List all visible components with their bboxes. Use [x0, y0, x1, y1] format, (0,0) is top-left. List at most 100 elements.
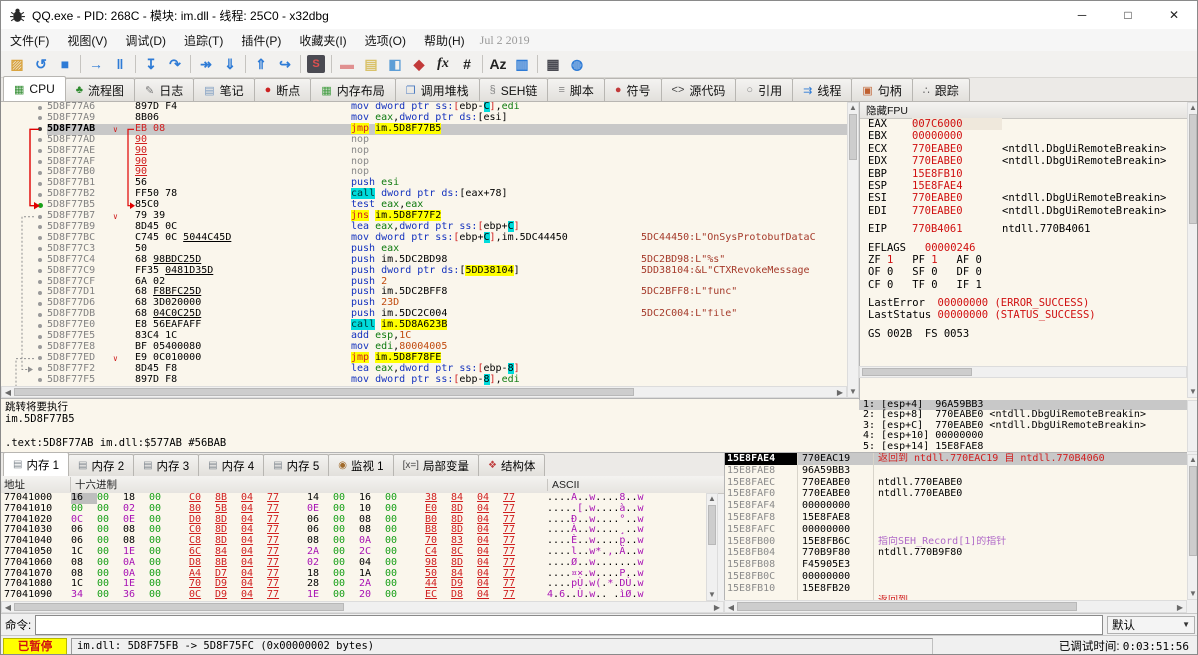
tab-locals[interactable]: [x=] 局部变量: [392, 454, 479, 476]
stack-row[interactable]: 15E8FAFC 00000000: [725, 523, 1187, 536]
stack-row[interactable]: 15E8FB10 15E8FB20: [725, 582, 1187, 595]
register-row[interactable]: EDX 770EABE0 <ntdll.DbgUiRemoteBreakin>: [860, 155, 1188, 167]
disasm-gutter[interactable]: [1, 113, 47, 124]
tab-memory-map[interactable]: ▦ 内存布局: [310, 78, 396, 101]
tab-references[interactable]: ○ 引用: [735, 78, 794, 101]
register-row[interactable]: LastError 00000000 (ERROR_SUCCESS): [860, 297, 1188, 309]
disasm-address[interactable]: 5D8F77C4: [47, 254, 113, 266]
step-out-icon[interactable]: ⇑: [249, 53, 273, 75]
attach-icon[interactable]: ↪: [273, 53, 297, 75]
disasm-gutter[interactable]: [1, 266, 47, 277]
register-row[interactable]: EFLAGS 00000246: [860, 242, 1188, 254]
disasm-address[interactable]: 5D8F77C9: [47, 265, 113, 277]
tab-dump3[interactable]: ▤ 内存 3: [133, 454, 200, 476]
disasm-row[interactable]: 5D8F77D1 68 F8BFC25D push im.5DC2BFF8 5DC2B…: [1, 286, 847, 298]
tab-cpu[interactable]: ▦ CPU: [3, 76, 66, 101]
patches-icon[interactable]: ▬: [335, 53, 359, 75]
calculator-icon[interactable]: ▦: [541, 53, 565, 75]
register-row[interactable]: ESI 770EABE0 <ntdll.DbgUiRemoteBreakin>: [860, 192, 1188, 204]
open-file-icon[interactable]: ▨: [5, 53, 29, 75]
register-row[interactable]: EIP 770B4061 ntdll.770B4061: [860, 223, 1188, 235]
disasm-row[interactable]: 5D8F77B2 FF50 78 call dword ptr ds:[eax+78…: [1, 188, 847, 200]
disasm-row[interactable]: 5D8F77C9 FF35 0481D35D push dword ptr ds:[…: [1, 264, 847, 277]
disasm-gutter[interactable]: [1, 167, 47, 178]
disasm-gutter[interactable]: [1, 277, 47, 288]
register-row[interactable]: CF 0 TF 0 IF 1: [860, 279, 1188, 291]
argument-row[interactable]: 5: [esp+14] 15E8FAE8: [859, 441, 1187, 452]
favourites-icon[interactable]: ◆: [407, 53, 431, 75]
restart-icon[interactable]: ↺: [29, 53, 53, 75]
register-row[interactable]: OF 0 SF 0 DF 0: [860, 266, 1188, 278]
disasm-gutter[interactable]: [1, 146, 47, 157]
registers-horizontal-scrollbar[interactable]: [859, 366, 1187, 378]
stack-row[interactable]: 15E8FB08 F45905E3: [725, 559, 1187, 571]
menu-item-view[interactable]: 视图(V): [58, 34, 116, 48]
disasm-address[interactable]: 5D8F77AD: [47, 134, 113, 146]
disasm-row[interactable]: 5D8F77AF 90 nop: [1, 156, 847, 168]
disasm-gutter[interactable]: [1, 233, 47, 244]
tab-graph[interactable]: ♣ 流程图: [64, 78, 135, 101]
disasm-row[interactable]: 5D8F77AB ∨ EB 08 jmp im.5D8F77B5: [1, 122, 847, 135]
tab-source[interactable]: <> 源代码: [660, 78, 737, 101]
pause-icon[interactable]: ‖: [108, 53, 132, 75]
disasm-row[interactable]: 5D8F77AD 90 nop: [1, 134, 847, 146]
register-row[interactable]: EDI 770EABE0 <ntdll.DbgUiRemoteBreakin>: [860, 205, 1188, 217]
run-down-icon[interactable]: ⇓: [218, 53, 242, 75]
disasm-gutter[interactable]: [1, 244, 47, 255]
disasm-vertical-scrollbar[interactable]: ▲ ▼: [847, 102, 859, 398]
hide-fpu-button[interactable]: 隐藏FPU: [860, 102, 1197, 119]
disasm-gutter[interactable]: [1, 298, 47, 309]
disasm-gutter[interactable]: [1, 200, 47, 211]
stack-row[interactable]: 15E8FAF4 00000000: [725, 500, 1187, 512]
disasm-gutter[interactable]: [1, 211, 47, 222]
tab-dump2[interactable]: ▤ 内存 2: [68, 454, 135, 476]
stack-horizontal-scrollbar[interactable]: ◀ ▶: [724, 600, 1187, 613]
menu-item-file[interactable]: 文件(F): [1, 34, 58, 48]
register-row[interactable]: ECX 770EABE0 <ntdll.DbgUiRemoteBreakin>: [860, 143, 1188, 155]
registers-list[interactable]: EAX 007C6000 EBX 00000000 ECX 770EABE0 <ntdll.…: [860, 118, 1188, 366]
register-row[interactable]: LastStatus 00000000 (STATUS_SUCCESS): [860, 309, 1188, 321]
tab-watch1[interactable]: ◉ 监视 1: [328, 454, 394, 476]
disasm-gutter[interactable]: [1, 364, 47, 375]
disasm-gutter[interactable]: [1, 255, 47, 266]
disasm-gutter[interactable]: [1, 222, 47, 233]
disasm-gutter[interactable]: [1, 102, 47, 113]
close-button[interactable]: ✕: [1151, 1, 1197, 29]
disasm-address[interactable]: 5D8F77AE: [47, 145, 113, 157]
tab-seh[interactable]: § SEH链: [478, 78, 549, 101]
tab-call-stack[interactable]: ❐ 调用堆栈: [394, 78, 480, 101]
disasm-row[interactable]: 5D8F77BC C745 0C 5044C45D mov dword ptr ss…: [1, 231, 847, 244]
register-row[interactable]: EAX 007C6000: [860, 118, 1188, 131]
menu-item-help[interactable]: 帮助(H): [415, 34, 474, 48]
disasm-gutter[interactable]: [1, 320, 47, 331]
tab-threads[interactable]: ⇉ 线程: [792, 78, 853, 101]
register-row[interactable]: ESP 15E8FAE4: [860, 180, 1188, 192]
stack-row[interactable]: 15E8FAEC 770EABE0 ntdll.770EABE0: [725, 476, 1187, 489]
step-over-icon[interactable]: ↷: [163, 53, 187, 75]
stop-debug-icon[interactable]: S: [307, 55, 325, 73]
run-icon[interactable]: →: [84, 53, 108, 75]
tab-notes[interactable]: ▤ 笔记: [193, 78, 255, 101]
disasm-gutter[interactable]: [1, 189, 47, 200]
disasm-gutter[interactable]: [1, 124, 47, 135]
disasm-gutter[interactable]: [1, 157, 47, 168]
memory-dump-view[interactable]: 77041000 16 00 18 00 C0 8B 04 77 14 00 16 00 38 84 04 77…: [1, 493, 706, 601]
stack-row[interactable]: 15E8FB04 770B9F80 ntdll.770B9F80: [725, 547, 1187, 560]
tab-breakpoints[interactable]: ● 断点: [253, 78, 312, 101]
stack-row[interactable]: 15E8FAF8 15E8FAE8: [725, 511, 1187, 524]
disasm-row[interactable]: 5D8F77E0 E8 56EAFAFF call im.5D8A623B: [1, 319, 847, 331]
disasm-row[interactable]: 5D8F77B0 90 nop: [1, 166, 847, 178]
register-row[interactable]: ZF 1 PF 1 AF 0: [860, 254, 1188, 266]
font-icon[interactable]: Az: [486, 53, 510, 75]
tab-dump1[interactable]: ▤ 内存 1: [3, 452, 70, 476]
argument-row[interactable]: 4: [esp+10] 00000000: [859, 430, 1187, 441]
disasm-gutter[interactable]: [1, 287, 47, 298]
disasm-horizontal-scrollbar[interactable]: ◀ ▶: [1, 386, 847, 398]
step-into-icon[interactable]: ↧: [139, 53, 163, 75]
stack-row[interactable]: 15E8FB00 15E8FB6C 指向SEH_Record[1]的指针: [725, 535, 1187, 548]
minimize-button[interactable]: ─: [1059, 1, 1105, 29]
register-row[interactable]: EBP 15E8FB10: [860, 168, 1188, 180]
run-to-user-code-icon[interactable]: ↠: [194, 53, 218, 75]
arguments-vertical-scrollbar[interactable]: [1187, 400, 1197, 452]
disasm-gutter[interactable]: [1, 342, 47, 353]
